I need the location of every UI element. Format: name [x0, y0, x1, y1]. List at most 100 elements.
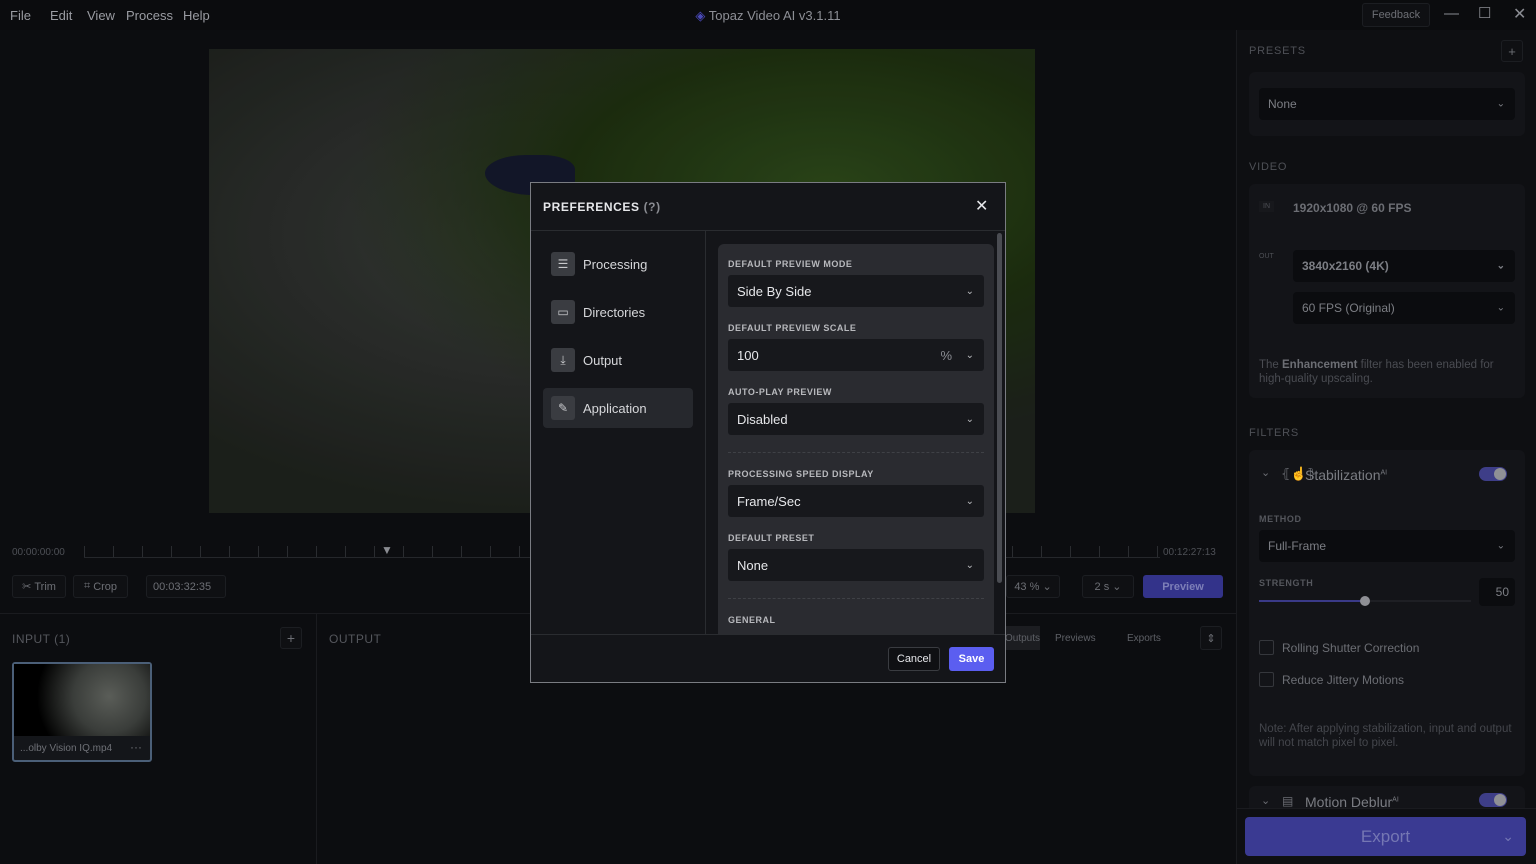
- tab-previews[interactable]: Previews: [1055, 633, 1096, 644]
- method-label: METHOD: [1259, 514, 1302, 524]
- reduce-jitter-label: Reduce Jittery Motions: [1282, 673, 1405, 687]
- close-icon[interactable]: ✕: [975, 196, 988, 216]
- app-title: ◈ Topaz Video AI v3.1.11: [695, 8, 841, 23]
- stabilization-toggle[interactable]: [1479, 467, 1507, 481]
- nav-directories[interactable]: ▭ Directories: [543, 292, 693, 332]
- speed-display-label: PROCESSING SPEED DISPLAY: [728, 469, 874, 479]
- preferences-nav: ☰ Processing ▭ Directories ⤓ Output ✎ Applic…: [531, 231, 706, 634]
- zoom-select[interactable]: 43 % ⌄: [1006, 575, 1060, 598]
- video-label: VIDEO: [1249, 161, 1288, 173]
- chevron-down-icon: ⌄: [1496, 540, 1505, 552]
- preview-mode-select[interactable]: Side By Side ⌄: [728, 275, 984, 307]
- divider: [728, 452, 984, 453]
- minimize-icon[interactable]: —: [1444, 5, 1459, 22]
- scrollbar[interactable]: [997, 233, 1002, 583]
- preview-scale-label: DEFAULT PREVIEW SCALE: [728, 323, 857, 333]
- output-title: OUTPUT: [329, 632, 382, 646]
- rolling-shutter-checkbox[interactable]: [1259, 640, 1274, 655]
- in-badge: IN: [1259, 201, 1274, 212]
- save-button[interactable]: Save: [949, 647, 994, 671]
- output-fps-select[interactable]: 60 FPS (Original) ⌄: [1293, 292, 1515, 324]
- chevron-down-icon: ⌄: [1496, 98, 1505, 110]
- autoplay-select[interactable]: Disabled ⌄: [728, 403, 984, 435]
- default-preset-select[interactable]: None ⌄: [728, 549, 984, 581]
- out-badge: OUT: [1259, 253, 1274, 260]
- nav-output[interactable]: ⤓ Output: [543, 340, 693, 380]
- feedback-button[interactable]: Feedback: [1362, 3, 1430, 27]
- nav-application[interactable]: ✎ Application: [543, 388, 693, 428]
- divider: [316, 614, 317, 864]
- right-panel: PRESETS + None ⌄ VIDEO IN 1920x1080 @ 60 …: [1236, 30, 1536, 864]
- method-select[interactable]: Full-Frame ⌄: [1259, 530, 1515, 562]
- current-time-field[interactable]: 00:03:32:35: [146, 575, 226, 598]
- folder-icon: ▭: [551, 300, 575, 324]
- title-bar: File Edit View Process Help ◈ Topaz Vide…: [0, 0, 1536, 30]
- speed-display-select[interactable]: Frame/Sec ⌄: [728, 485, 984, 517]
- chevron-down-icon: ⌄: [965, 349, 974, 361]
- preferences-content: DEFAULT PREVIEW MODE Side By Side ⌄ DEFAU…: [718, 244, 994, 634]
- divider: [728, 598, 984, 599]
- chevron-down-icon: ⌄: [965, 413, 974, 425]
- playhead-icon[interactable]: ▼: [381, 543, 393, 557]
- presets-label: PRESETS: [1249, 45, 1306, 57]
- close-window-icon[interactable]: ✕: [1513, 4, 1526, 24]
- preview-scale-select[interactable]: 100% ⌄: [728, 339, 984, 371]
- edit-window-icon: ✎: [551, 396, 575, 420]
- sort-icon[interactable]: ⇕: [1200, 626, 1222, 650]
- file-thumbnail: [14, 664, 150, 736]
- output-resolution-select[interactable]: 3840x2160 (4K) ⌄: [1293, 250, 1515, 282]
- input-resolution: 1920x1080 @ 60 FPS: [1293, 201, 1412, 215]
- dialog-footer: Cancel Save: [531, 634, 1005, 682]
- step-select[interactable]: 2 s ⌄: [1082, 575, 1134, 598]
- crop-button[interactable]: ⌗ Crop: [73, 575, 128, 598]
- dialog-header: PREFERENCES (?) ✕: [531, 183, 1005, 231]
- more-options-icon[interactable]: ···: [130, 740, 142, 754]
- tab-exports[interactable]: Exports: [1127, 633, 1161, 644]
- autoplay-label: AUTO-PLAY PREVIEW: [728, 387, 832, 397]
- enhancement-note: The Enhancement filter has been enabled …: [1259, 359, 1494, 385]
- collapse-chevron-icon[interactable]: ⌄: [1261, 794, 1270, 807]
- add-input-button[interactable]: +: [280, 627, 302, 649]
- motion-deblur-icon: ▤: [1282, 794, 1294, 808]
- general-label: GENERAL: [728, 615, 776, 625]
- reduce-jitter-checkbox[interactable]: [1259, 672, 1274, 687]
- add-preset-button[interactable]: +: [1501, 40, 1523, 62]
- filters-label: FILTERS: [1249, 427, 1300, 439]
- help-link[interactable]: (?): [644, 200, 661, 214]
- app-logo-icon: ◈: [695, 8, 709, 23]
- scissors-icon: ✂: [22, 581, 35, 593]
- sliders-icon: ☰: [551, 252, 575, 276]
- collapse-chevron-icon[interactable]: ⌄: [1261, 466, 1270, 479]
- video-card: IN 1920x1080 @ 60 FPS OUT 3840x2160 (4K)…: [1249, 184, 1525, 398]
- stabilization-title: StabilizationAI: [1305, 467, 1388, 483]
- rolling-shutter-label: Rolling Shutter Correction: [1282, 641, 1420, 655]
- presets-card: None ⌄: [1249, 72, 1525, 136]
- timeline-end: 00:12:27:13: [1163, 547, 1216, 558]
- preferences-dialog: PREFERENCES (?) ✕ ☰ Processing ▭ Directori…: [530, 182, 1006, 683]
- strength-slider[interactable]: [1259, 596, 1471, 606]
- stabilization-card: ⌄ ⦃☝⦄ StabilizationAI METHOD Full-Frame ⌄…: [1249, 450, 1525, 776]
- trim-button[interactable]: ✂ Trim: [12, 575, 66, 598]
- dialog-title: PREFERENCES (?): [543, 200, 661, 214]
- strength-value[interactable]: 50: [1479, 578, 1515, 606]
- maximize-icon[interactable]: ☐: [1478, 4, 1491, 22]
- preview-button[interactable]: Preview: [1143, 575, 1223, 598]
- chevron-down-icon[interactable]: ⌄: [1502, 828, 1514, 845]
- export-button[interactable]: Export ⌄: [1245, 817, 1526, 856]
- crop-icon: ⌗: [83, 580, 94, 592]
- chevron-down-icon: ⌄: [965, 559, 974, 571]
- tab-outputs[interactable]: Outputs: [1000, 626, 1040, 650]
- chevron-down-icon: ⌄: [965, 495, 974, 507]
- cancel-button[interactable]: Cancel: [888, 647, 940, 671]
- nav-processing[interactable]: ☰ Processing: [543, 244, 693, 284]
- chevron-down-icon: ⌄: [965, 285, 974, 297]
- download-icon: ⤓: [551, 348, 575, 372]
- slider-handle[interactable]: [1360, 596, 1370, 606]
- strength-label: STRENGTH: [1259, 578, 1314, 588]
- motion-deblur-toggle[interactable]: [1479, 793, 1507, 807]
- timeline-start: 00:00:00:00: [12, 547, 65, 558]
- input-file-card[interactable]: ...olby Vision IQ.mp4 ···: [12, 662, 152, 762]
- input-title: INPUT (1): [12, 632, 71, 646]
- stabilization-note: Note: After applying stabilization, inpu…: [1259, 723, 1512, 749]
- preset-select[interactable]: None ⌄: [1259, 88, 1515, 120]
